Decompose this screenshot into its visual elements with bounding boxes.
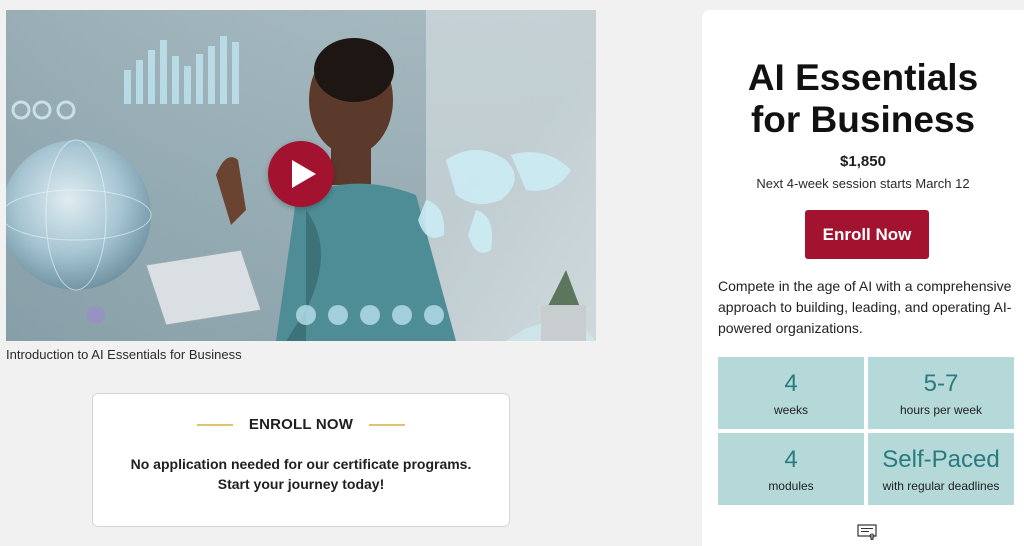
play-icon [291, 160, 316, 188]
enroll-heading-row: ENROLL NOW [93, 416, 509, 433]
stat-label: hours per week [899, 403, 983, 417]
enroll-now-box: ENROLL NOW No application needed for our… [92, 393, 510, 527]
stat-value: 4 [784, 370, 798, 397]
course-price: $1,850 [840, 153, 886, 170]
video-caption: Introduction to AI Essentials for Busine… [6, 347, 242, 362]
course-stats-grid: 4 weeks 5-7 hours per week 4 modules Sel… [718, 357, 1016, 505]
intro-video-player[interactable] [6, 10, 596, 341]
stat-label: with regular deadlines [882, 479, 1000, 493]
certificate-icon [857, 524, 877, 540]
stat-value: 5-7 [923, 370, 959, 397]
enroll-heading: ENROLL NOW [248, 416, 354, 433]
stat-value: Self-Paced [882, 446, 1000, 473]
divider-right [369, 423, 406, 426]
enroll-now-button[interactable]: Enroll Now [805, 210, 929, 259]
enroll-message: No application needed for our certificat… [93, 454, 509, 494]
stat-label: modules [768, 479, 814, 493]
play-button[interactable] [268, 141, 334, 207]
stat-pace: Self-Paced with regular deadlines [868, 433, 1014, 505]
course-title-line1: AI Essentials [747, 57, 979, 98]
page: Introduction to AI Essentials for Busine… [0, 0, 1024, 546]
enroll-message-line2: Start your journey today! [217, 476, 385, 492]
stat-weeks: 4 weeks [718, 357, 864, 429]
stat-label: weeks [773, 403, 808, 417]
course-title: AI Essentials for Business [702, 57, 1024, 141]
course-description: Compete in the age of AI with a comprehe… [718, 278, 1012, 336]
divider-left [196, 423, 233, 426]
enroll-message-line1: No application needed for our certificat… [130, 456, 472, 472]
course-title-line2: for Business [750, 99, 976, 140]
stat-value: 4 [784, 446, 798, 473]
stat-hours: 5-7 hours per week [868, 357, 1014, 429]
course-card: AI Essentials for Business $1,850 Next 4… [702, 10, 1024, 546]
stat-modules: 4 modules [718, 433, 864, 505]
next-session-text: Next 4-week session starts March 12 [756, 176, 970, 191]
